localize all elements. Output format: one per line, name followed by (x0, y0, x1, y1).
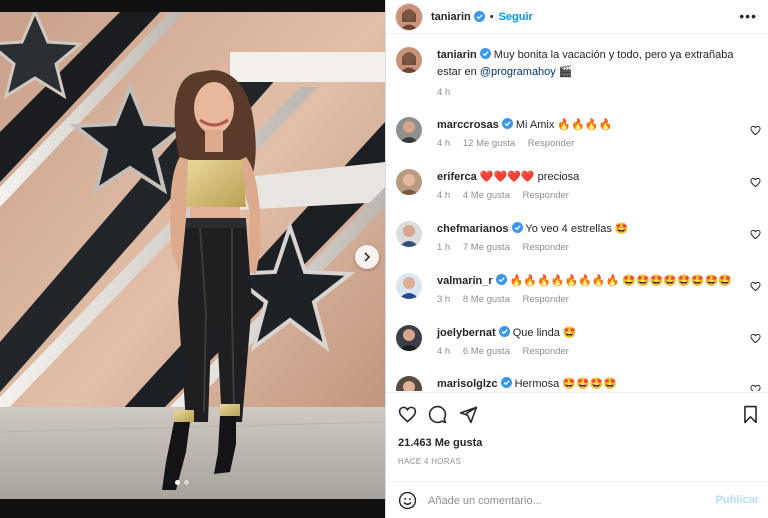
reply-button[interactable]: Responder (523, 346, 569, 357)
comment-time[interactable]: 4 h (437, 190, 450, 201)
comment-likes[interactable]: 6 Me gusta (463, 346, 510, 357)
commenter-avatar[interactable] (396, 273, 422, 299)
comment-body: ❤️❤️❤️❤️ preciosa (479, 171, 580, 183)
caption: taniarin Muy bonita la vacación y todo, … (396, 47, 761, 107)
verified-badge-icon (511, 222, 523, 233)
comment-text: eriferca ❤️❤️❤️❤️ preciosa (437, 169, 737, 186)
follow-button[interactable]: Seguir (499, 11, 533, 23)
heart-icon[interactable] (750, 125, 761, 136)
verified-badge-icon (495, 274, 507, 285)
chevron-right-icon (364, 252, 371, 262)
comment-time[interactable]: 1 h (437, 242, 450, 253)
caption-text: taniarin Muy bonita la vacación y todo, … (437, 47, 747, 81)
post-actions: 21.463 Me gusta HACE 4 HORAS Publicar (386, 392, 768, 518)
heart-icon[interactable] (750, 384, 761, 391)
comment-text: chefmarianos Yo veo 4 estrellas 🤩 (437, 221, 737, 238)
comment-text: marisolglzc Hermosa 🤩🤩🤩🤩 (437, 376, 737, 391)
emoji-icon[interactable] (398, 491, 417, 510)
likes-count[interactable]: 21.463 Me gusta (398, 437, 482, 449)
comment-item: marisolglzc Hermosa 🤩🤩🤩🤩 (396, 376, 761, 391)
commenter-avatar[interactable] (396, 169, 422, 195)
carousel-next-button[interactable] (355, 245, 379, 269)
comment-likes[interactable]: 4 Me gusta (463, 190, 510, 201)
commenter-avatar[interactable] (396, 376, 422, 391)
comment-item: joelybernat Que linda 🤩 4 h 6 Me gusta R… (396, 325, 761, 365)
comment-body: Mi Amix 🔥🔥🔥🔥 (515, 119, 613, 131)
verified-badge-icon (479, 48, 491, 59)
comment-item: valmarin_r 🔥🔥🔥🔥🔥🔥🔥🔥 🤩🤩🤩🤩🤩🤩🤩🤩 3 h 8 Me gu… (396, 273, 761, 313)
comment-input[interactable] (428, 492, 698, 510)
reply-button[interactable]: Responder (523, 190, 569, 201)
add-comment-bar: Publicar (386, 481, 768, 518)
commenter-avatar[interactable] (396, 221, 422, 247)
comment-username[interactable]: valmarin_r (437, 275, 493, 287)
comment-item: marccrosas Mi Amix 🔥🔥🔥🔥 4 h 12 Me gusta … (396, 117, 761, 157)
verified-badge-icon (498, 326, 510, 337)
comment-meta: 1 h 7 Me gusta Responder (437, 242, 579, 253)
comment-icon[interactable] (428, 405, 447, 424)
commenter-avatar[interactable] (396, 117, 422, 143)
comment-likes[interactable]: 8 Me gusta (463, 294, 510, 305)
caption-meta: 4 h (437, 87, 460, 98)
comment-meta: 4 h 6 Me gusta Responder (437, 346, 579, 357)
heart-icon[interactable] (398, 405, 417, 424)
comment-body: 🔥🔥🔥🔥🔥🔥🔥🔥 🤩🤩🤩🤩🤩🤩🤩🤩 (509, 275, 732, 287)
comment-time[interactable]: 4 h (437, 138, 450, 149)
verified-badge-icon (473, 11, 485, 22)
comment-text: valmarin_r 🔥🔥🔥🔥🔥🔥🔥🔥 🤩🤩🤩🤩🤩🤩🤩🤩 (437, 273, 747, 290)
author-avatar[interactable] (396, 47, 422, 73)
comment-body: Yo veo 4 estrellas 🤩 (525, 223, 629, 235)
post-image (0, 12, 385, 499)
verified-badge-icon (501, 118, 513, 129)
comment-username[interactable]: chefmarianos (437, 223, 509, 235)
caption-username[interactable]: taniarin (437, 49, 477, 61)
comment-username[interactable]: marisolglzc (437, 378, 498, 390)
comment-text: marccrosas Mi Amix 🔥🔥🔥🔥 (437, 117, 737, 134)
comment-body: Hermosa 🤩🤩🤩🤩 (514, 378, 618, 390)
commenter-avatar[interactable] (396, 325, 422, 351)
comment-time[interactable]: 4 h (437, 346, 450, 357)
comment-meta: 4 h 12 Me gusta Responder (437, 138, 584, 149)
comment-meta: 4 h 4 Me gusta Responder (437, 190, 579, 201)
heart-icon[interactable] (750, 281, 761, 292)
carousel-dot (184, 480, 189, 485)
more-options-icon[interactable]: ••• (739, 8, 757, 24)
comments-list[interactable]: taniarin Muy bonita la vacación y todo, … (386, 35, 768, 391)
comment-likes[interactable]: 12 Me gusta (463, 138, 515, 149)
post-time: HACE 4 HORAS (398, 457, 462, 466)
caption-time[interactable]: 4 h (437, 87, 450, 98)
carousel-indicator (175, 480, 189, 485)
comment-likes[interactable]: 7 Me gusta (463, 242, 510, 253)
share-icon[interactable] (459, 405, 478, 424)
heart-icon[interactable] (750, 333, 761, 344)
comment-text: joelybernat Que linda 🤩 (437, 325, 737, 342)
reply-button[interactable]: Responder (523, 294, 569, 305)
comment-body: Que linda 🤩 (512, 327, 577, 339)
caption-emoji: 🎬 (558, 66, 573, 78)
comment-username[interactable]: eriferca (437, 171, 477, 183)
heart-icon[interactable] (750, 177, 761, 188)
caption-mention-link[interactable]: @programahoy (480, 66, 556, 78)
post-header: taniarin • Seguir ••• (386, 0, 768, 34)
verified-badge-icon (500, 377, 512, 388)
carousel-dot-active (175, 480, 180, 485)
author-username[interactable]: taniarin (431, 11, 471, 23)
comment-meta: 3 h 8 Me gusta Responder (437, 294, 579, 305)
reply-button[interactable]: Responder (528, 138, 574, 149)
publish-button[interactable]: Publicar (716, 494, 759, 506)
post-photo[interactable] (0, 0, 385, 518)
comment-item: chefmarianos Yo veo 4 estrellas 🤩 1 h 7 … (396, 221, 761, 261)
comment-username[interactable]: marccrosas (437, 119, 499, 131)
reply-button[interactable]: Responder (523, 242, 569, 253)
heart-icon[interactable] (750, 229, 761, 240)
comment-username[interactable]: joelybernat (437, 327, 496, 339)
post-details-panel: taniarin • Seguir ••• taniarin Muy bonit… (385, 0, 768, 518)
comment-item: eriferca ❤️❤️❤️❤️ preciosa 4 h 4 Me gust… (396, 169, 761, 209)
instagram-post-window: taniarin • Seguir ••• taniarin Muy bonit… (0, 0, 768, 518)
author-avatar[interactable] (396, 3, 422, 30)
header-separator: • (489, 10, 494, 23)
bookmark-icon[interactable] (742, 405, 759, 424)
comment-time[interactable]: 3 h (437, 294, 450, 305)
